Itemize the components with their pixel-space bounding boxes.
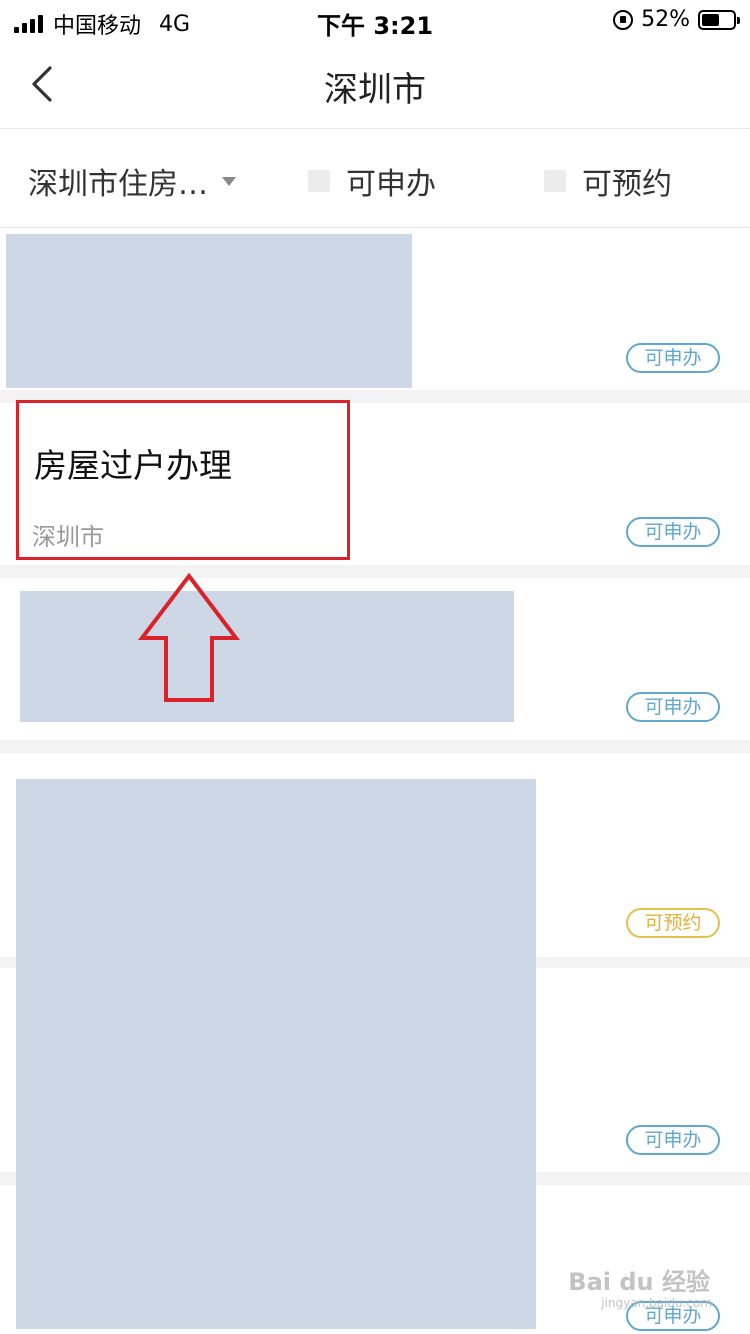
watermark-url: jingyan.baidu.com xyxy=(601,1296,712,1310)
redacted-content xyxy=(20,591,514,722)
battery-percent: 52% xyxy=(641,7,690,32)
rotation-lock-icon xyxy=(613,9,634,30)
checkbox-icon[interactable] xyxy=(544,170,566,192)
status-badge: 可预约 xyxy=(626,908,720,938)
filter-reserve-label: 可预约 xyxy=(582,167,672,202)
status-badge: 可申办 xyxy=(626,517,720,547)
filter-reserve-checkbox[interactable]: 可预约 xyxy=(544,159,672,203)
filter-apply-label: 可申办 xyxy=(346,167,436,202)
checkbox-icon[interactable] xyxy=(308,170,330,192)
caret-down-icon xyxy=(222,176,236,186)
battery-icon xyxy=(698,9,740,30)
list-item[interactable]: 可申办 xyxy=(0,578,750,740)
highlight-box xyxy=(16,400,350,560)
category-dropdown[interactable]: 深圳市住房… xyxy=(28,159,236,203)
status-badge: 可申办 xyxy=(626,1125,720,1155)
page-title: 深圳市 xyxy=(324,70,426,110)
up-arrow-icon xyxy=(138,572,240,702)
category-dropdown-label: 深圳市住房… xyxy=(28,167,208,202)
filter-apply-checkbox[interactable]: 可申办 xyxy=(308,159,436,203)
status-bar: 中国移动 4G 下午 3:21 52% xyxy=(0,0,750,42)
watermark: Bai du 经验 xyxy=(568,1268,710,1296)
redacted-content xyxy=(16,779,536,1329)
status-badge: 可申办 xyxy=(626,343,720,373)
nav-bar: 深圳市 xyxy=(0,42,750,129)
filter-bar: 深圳市住房… 可申办 可预约 xyxy=(0,129,750,228)
list-item[interactable]: 可申办 xyxy=(0,228,750,390)
status-badge: 可申办 xyxy=(626,692,720,722)
redacted-content xyxy=(6,234,412,388)
